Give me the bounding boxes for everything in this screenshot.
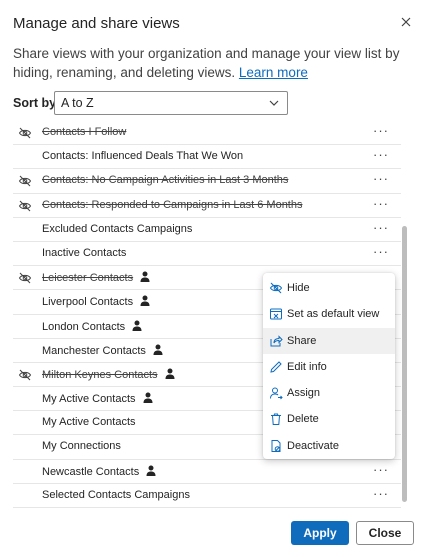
personal-view-icon	[146, 465, 156, 476]
menu-item-label: Delete	[287, 413, 319, 426]
view-name: Contacts I Follow	[42, 126, 126, 138]
default-view-icon	[269, 307, 283, 321]
view-name: Contacts: Influenced Deals That We Won	[42, 150, 243, 162]
view-list-row[interactable]: Selected Contacts Campaigns ···	[13, 484, 401, 508]
personal-view-icon	[153, 344, 163, 355]
description-text: Share views with your organization and m…	[13, 46, 400, 80]
view-name: My Connections	[42, 440, 121, 452]
more-options-button[interactable]: ···	[371, 244, 391, 260]
view-name-text: Contacts I Follow	[42, 126, 127, 138]
view-list-row[interactable]: Contacts: No Campaign Activities in Last…	[13, 169, 401, 194]
dialog-title: Manage and share views	[13, 15, 180, 32]
view-list-row[interactable]: Contacts: Responded to Campaigns in Last…	[13, 194, 401, 218]
view-name: My Active Contacts	[42, 416, 136, 428]
apply-button[interactable]: Apply	[291, 521, 349, 545]
personal-view-icon	[132, 320, 142, 331]
view-name-text: Leicester Contacts	[42, 272, 134, 285]
view-context-menu: Hide Set as default view Share Edit info Ass…	[263, 273, 395, 459]
view-name: Manchester Contacts	[42, 344, 163, 357]
sort-by-value: A to Z	[61, 96, 94, 110]
view-name: London Contacts	[42, 320, 142, 333]
more-options-button[interactable]: ···	[371, 147, 391, 163]
view-name: My Active Contacts	[42, 392, 153, 405]
more-options-button[interactable]: ···	[371, 220, 391, 236]
menu-item-label: Assign	[287, 387, 321, 400]
hidden-eye-icon	[18, 271, 32, 285]
trash-icon	[269, 412, 283, 426]
menu-item-share[interactable]: Share	[263, 327, 395, 354]
menu-item-delete[interactable]: Delete	[263, 406, 395, 432]
view-name: Leicester Contacts	[42, 271, 150, 284]
view-name-text: Contacts: Responded to Campaigns in Last…	[42, 198, 303, 211]
personal-view-icon	[143, 392, 153, 404]
personal-view-icon	[140, 271, 150, 283]
menu-item-label: Edit info	[287, 360, 327, 373]
view-name: Liverpool Contacts	[42, 295, 150, 308]
manage-views-dialog: Manage and share views Share views with …	[0, 0, 427, 557]
person-assign-icon	[269, 386, 283, 400]
menu-item-label: Set as default view	[287, 308, 380, 321]
more-options-button[interactable]: ···	[371, 171, 391, 187]
document-deactivate-icon	[269, 439, 283, 453]
hidden-eye-icon	[18, 174, 32, 188]
view-name: Milton Keynes Contacts	[42, 368, 175, 381]
scrollbar-thumb[interactable]	[402, 226, 407, 502]
view-name: Contacts: Responded to Campaigns in Last…	[42, 199, 302, 211]
view-list-row[interactable]: Excluded Contacts Campaigns ···	[13, 218, 401, 242]
eye-hide-icon	[269, 281, 283, 295]
view-name-text: Manchester Contacts	[42, 344, 146, 357]
view-name: Inactive Contacts	[42, 247, 126, 259]
more-options-button[interactable]: ···	[371, 486, 391, 502]
more-options-button[interactable]: ···	[371, 196, 391, 212]
chevron-down-icon	[269, 100, 279, 106]
pencil-icon	[269, 360, 283, 374]
view-list-row[interactable]: Contacts: Influenced Deals That We Won ··…	[13, 145, 401, 170]
menu-item-label: Share	[287, 334, 317, 347]
view-name: Contacts: No Campaign Activities in Last…	[42, 174, 288, 186]
view-name-text: My Connections	[42, 440, 121, 453]
more-options-button[interactable]: ···	[371, 123, 391, 139]
view-name: Excluded Contacts Campaigns	[42, 223, 192, 235]
close-icon[interactable]	[398, 14, 414, 30]
view-name: Selected Contacts Campaigns	[42, 489, 190, 501]
menu-item-label: Deactivate	[287, 439, 339, 452]
menu-item-deactivate[interactable]: Deactivate	[263, 433, 395, 459]
view-name-text: Excluded Contacts Campaigns	[42, 222, 193, 235]
dialog-description: Share views with your organization and m…	[13, 44, 413, 82]
personal-view-icon	[140, 295, 150, 307]
more-options-button[interactable]: ···	[371, 462, 391, 478]
view-name-text: Inactive Contacts	[42, 246, 127, 259]
sort-by-dropdown[interactable]: A to Z	[54, 91, 288, 115]
sort-by-label: Sort by	[13, 96, 57, 110]
menu-item-assign[interactable]: Assign	[263, 380, 395, 406]
personal-view-icon	[165, 368, 175, 379]
menu-item-hide[interactable]: Hide	[263, 275, 395, 301]
view-name: Newcastle Contacts	[42, 465, 156, 478]
share-icon	[269, 334, 283, 348]
view-name-text: My Active Contacts	[42, 416, 136, 429]
hidden-eye-icon	[18, 199, 32, 213]
view-name-text: Liverpool Contacts	[42, 296, 134, 309]
menu-item-label: Hide	[287, 282, 310, 294]
view-name-text: My Active Contacts	[42, 393, 136, 406]
menu-item-edit-info[interactable]: Edit info	[263, 354, 395, 380]
view-name-text: Contacts: No Campaign Activities in Last…	[42, 174, 289, 187]
close-button[interactable]: Close	[356, 521, 414, 545]
view-name-text: Contacts: Influenced Deals That We Won	[42, 150, 244, 163]
view-list-row[interactable]: Contacts I Follow ···	[13, 121, 401, 146]
view-name-text: Newcastle Contacts	[42, 465, 140, 478]
hidden-eye-icon	[18, 368, 32, 382]
view-name-text: Milton Keynes Contacts	[42, 368, 158, 381]
hidden-eye-icon	[18, 126, 32, 140]
menu-item-set-as-default-view[interactable]: Set as default view	[263, 301, 395, 327]
view-name-text: Selected Contacts Campaigns	[42, 488, 190, 501]
view-list-row[interactable]: Newcastle Contacts ···	[13, 460, 401, 484]
view-name-text: London Contacts	[42, 320, 126, 333]
view-list-row[interactable]: Inactive Contacts ···	[13, 242, 401, 267]
learn-more-link[interactable]: Learn more	[239, 65, 308, 80]
